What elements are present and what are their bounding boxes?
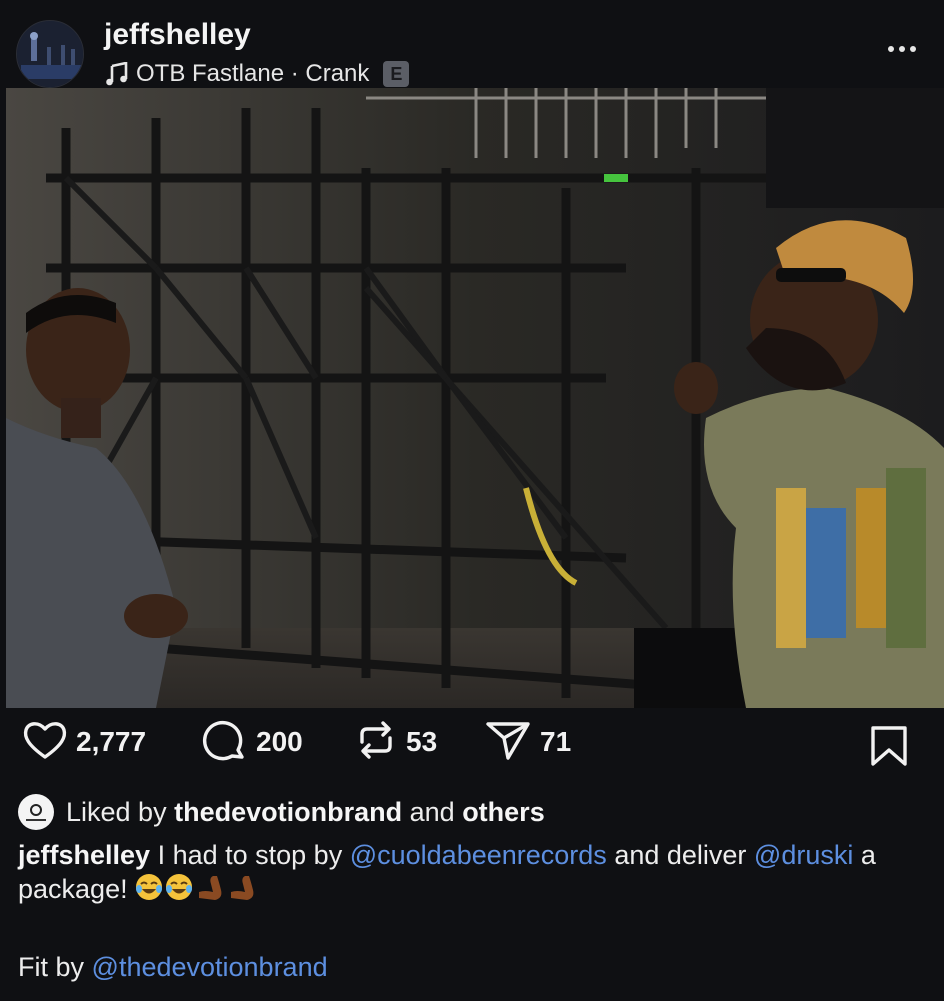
liked-by-prefix: Liked by xyxy=(66,796,167,827)
flexed-biceps-icon xyxy=(227,872,257,910)
repost-count: 53 xyxy=(406,726,438,757)
caption-text-1: I had to stop by xyxy=(157,840,343,870)
post-header: jeffshelley OTB Fastlane · Crank E xyxy=(0,0,944,88)
fit-by-mention[interactable]: @thedevotionbrand xyxy=(92,952,328,982)
like-count: 2,777 xyxy=(76,726,147,757)
liked-by-connector: and xyxy=(409,796,455,827)
liked-by-user[interactable]: thedevotionbrand xyxy=(174,797,402,827)
audio-track[interactable]: OTB Fastlane · Crank E xyxy=(106,60,410,88)
music-note-icon xyxy=(106,62,128,86)
fit-by-prefix: Fit by xyxy=(18,952,85,982)
caption-author[interactable]: jeffshelley xyxy=(18,840,150,870)
post-caption: jeffshelley I had to stop by @cuoldabeen… xyxy=(18,838,918,910)
laughing-emoji-icon xyxy=(135,873,163,909)
profile-avatar[interactable] xyxy=(16,20,84,88)
more-options-icon[interactable] xyxy=(888,46,916,52)
repost-button[interactable]: 53 xyxy=(354,720,437,764)
comment-icon xyxy=(200,718,248,767)
caption-text-2: and deliver xyxy=(614,840,747,870)
laughing-emoji-icon xyxy=(165,873,193,909)
bookmark-icon[interactable] xyxy=(868,724,910,773)
post-image[interactable] xyxy=(6,88,944,708)
liked-by[interactable]: Liked by thedevotionbrand and others xyxy=(18,794,545,830)
comment-button[interactable]: 200 xyxy=(200,720,303,764)
caption-mention-1[interactable]: @cuoldabeenrecords xyxy=(350,840,607,870)
liked-by-others[interactable]: others xyxy=(462,797,545,827)
comment-count: 200 xyxy=(256,726,303,757)
caption-mention-2[interactable]: @druski xyxy=(754,840,853,870)
heart-icon xyxy=(22,719,68,766)
liker-avatar[interactable] xyxy=(18,794,54,830)
share-button[interactable]: 71 xyxy=(484,720,571,764)
share-count: 71 xyxy=(540,726,572,757)
flexed-biceps-icon xyxy=(195,872,225,910)
fit-by-line: Fit by @thedevotionbrand xyxy=(18,952,328,983)
post-actions: 2,777 200 53 71 xyxy=(0,710,944,774)
post-username[interactable]: jeffshelley xyxy=(104,18,251,52)
repost-icon xyxy=(354,718,398,767)
send-icon xyxy=(484,718,532,767)
audio-track-label: OTB Fastlane · Crank xyxy=(136,60,370,87)
like-button[interactable]: 2,777 xyxy=(22,720,146,764)
explicit-badge: E xyxy=(383,61,410,87)
